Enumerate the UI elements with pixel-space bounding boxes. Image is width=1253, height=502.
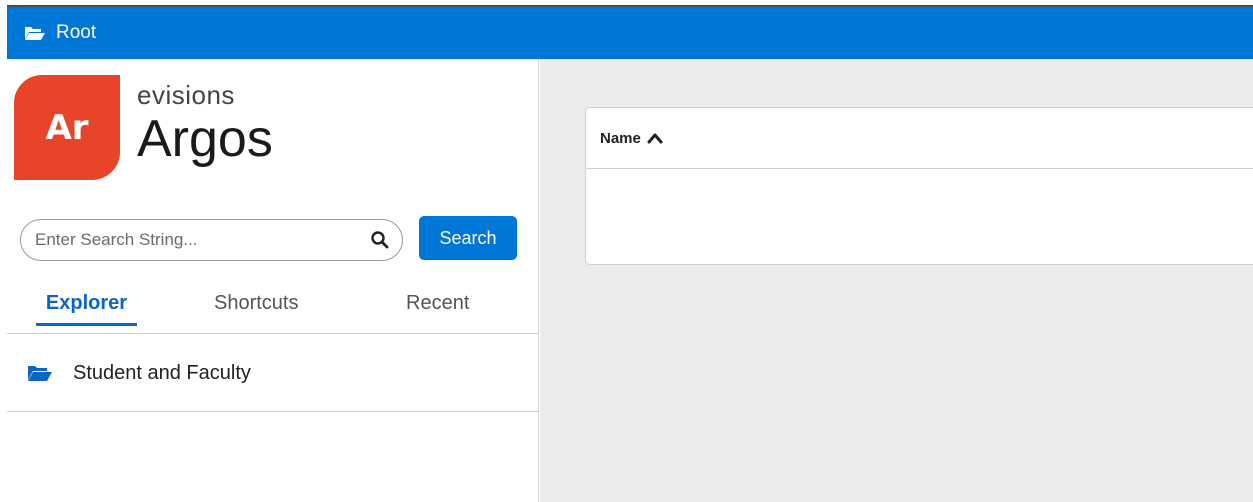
search-button[interactable]: Search	[419, 216, 517, 260]
logo-brand: evisions	[137, 80, 235, 110]
logo-product: Argos	[137, 110, 273, 168]
app-logo: Ar evisions Argos	[14, 75, 273, 180]
search-icon[interactable]	[370, 230, 390, 250]
logo-mark: Ar	[14, 75, 120, 180]
results-table: Name	[585, 107, 1253, 265]
tab-recent[interactable]: Recent	[406, 292, 469, 326]
tree-item-label: Student and Faculty	[73, 361, 251, 384]
sidebar: Ar evisions Argos Search Explorer Shortc…	[7, 59, 539, 502]
top-bar: Root	[7, 5, 1253, 59]
main-content: Name	[540, 59, 1253, 502]
chevron-up-icon	[647, 132, 663, 144]
folder-open-icon	[24, 25, 46, 41]
column-header-name[interactable]: Name	[586, 108, 1253, 169]
column-header-label: Name	[600, 129, 641, 147]
tree-item-folder[interactable]: Student and Faculty	[7, 335, 539, 412]
tab-explorer[interactable]: Explorer	[36, 292, 137, 326]
folder-open-icon	[27, 364, 53, 382]
tab-shortcuts[interactable]: Shortcuts	[214, 292, 298, 326]
nav-tabs: Explorer Shortcuts Recent	[7, 292, 539, 334]
search-input[interactable]	[35, 230, 370, 250]
search-field	[20, 219, 403, 261]
breadcrumb-title[interactable]: Root	[56, 22, 96, 44]
